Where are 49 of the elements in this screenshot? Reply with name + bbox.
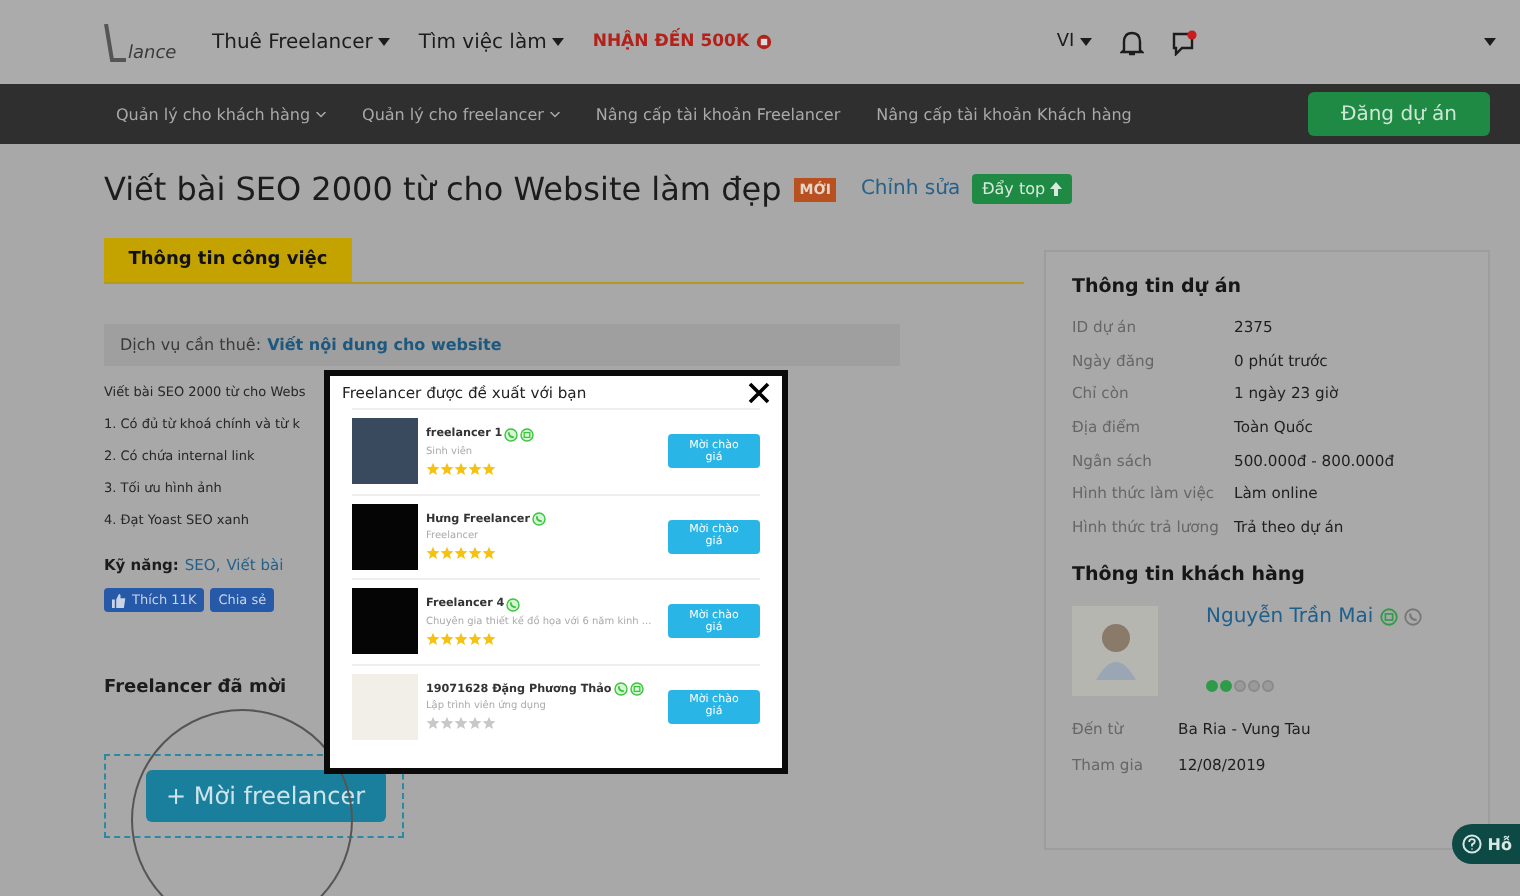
section-title: Freelancer đã mời [104,678,287,698]
caret-icon [1080,38,1093,46]
card-title: Thông tin khách hàng [1072,563,1307,586]
client-name-link[interactable]: Nguyễn Trần Mai [1206,605,1422,628]
id-card-icon [629,682,644,697]
caret-icon [378,38,391,46]
caret-icon [552,38,565,46]
account-menu[interactable] [1484,38,1497,46]
menu-item[interactable]: Thuê Freelancer [212,31,391,53]
gift-icon [755,34,772,50]
question-icon [1461,834,1482,854]
avatar-placeholder [352,503,418,570]
thumbs-up-icon [112,593,126,607]
avatar-placeholder [352,418,418,485]
logo[interactable]: lance [104,20,184,64]
invite-freelancer-button[interactable]: + Mời freelancer [146,770,386,822]
nav-item[interactable]: Quản lý cho freelancer [362,105,560,123]
service-label: Dịch vụ cần thuê: [120,336,262,354]
push-top-button[interactable]: Đẩy top [972,174,1072,204]
nav-item[interactable]: Nâng cấp tài khoản Freelancer [595,105,841,123]
phone-icon [613,682,628,697]
caret-icon [1484,38,1497,46]
tab[interactable]: Thông tin công việc [104,238,352,282]
close-button[interactable] [748,382,770,404]
chevron-icon [549,111,560,117]
edit-link[interactable]: Chỉnh sửa [860,178,961,200]
phone-icon [504,427,519,442]
post-project-button[interactable]: Đăng dự án [1308,92,1490,136]
card-title: Thông tin dự án [1072,276,1244,298]
menu-item[interactable]: Tìm việc làm [418,31,565,53]
nav-item[interactable]: Quản lý cho khách hàng [116,105,327,123]
close-icon [748,382,770,404]
promo-link[interactable]: NHẬN ĐẾN 500K [592,32,772,52]
arrow-up-icon [1049,182,1062,196]
bell-icon[interactable] [1120,29,1145,55]
language-selector[interactable]: VI [1056,32,1093,52]
phone-icon [531,512,546,527]
person-silhouette-icon [1091,620,1139,681]
avatar-placeholder [352,588,418,655]
chevron-icon [316,111,327,117]
logo-mark-icon [104,24,128,64]
logo-text: lance [128,44,177,64]
help-button[interactable]: Hỗ [1451,824,1520,864]
chat-icon[interactable] [1172,29,1199,55]
service-link[interactable]: Viết nội dung cho website [267,336,502,354]
project-title: Viết bài SEO 2000 từ cho Website làm đẹp [104,170,782,208]
phone-icon [506,597,521,612]
nav-item[interactable]: Nâng cấp tài khoản Khách hàng [876,105,1132,123]
id-card-icon [520,427,535,442]
